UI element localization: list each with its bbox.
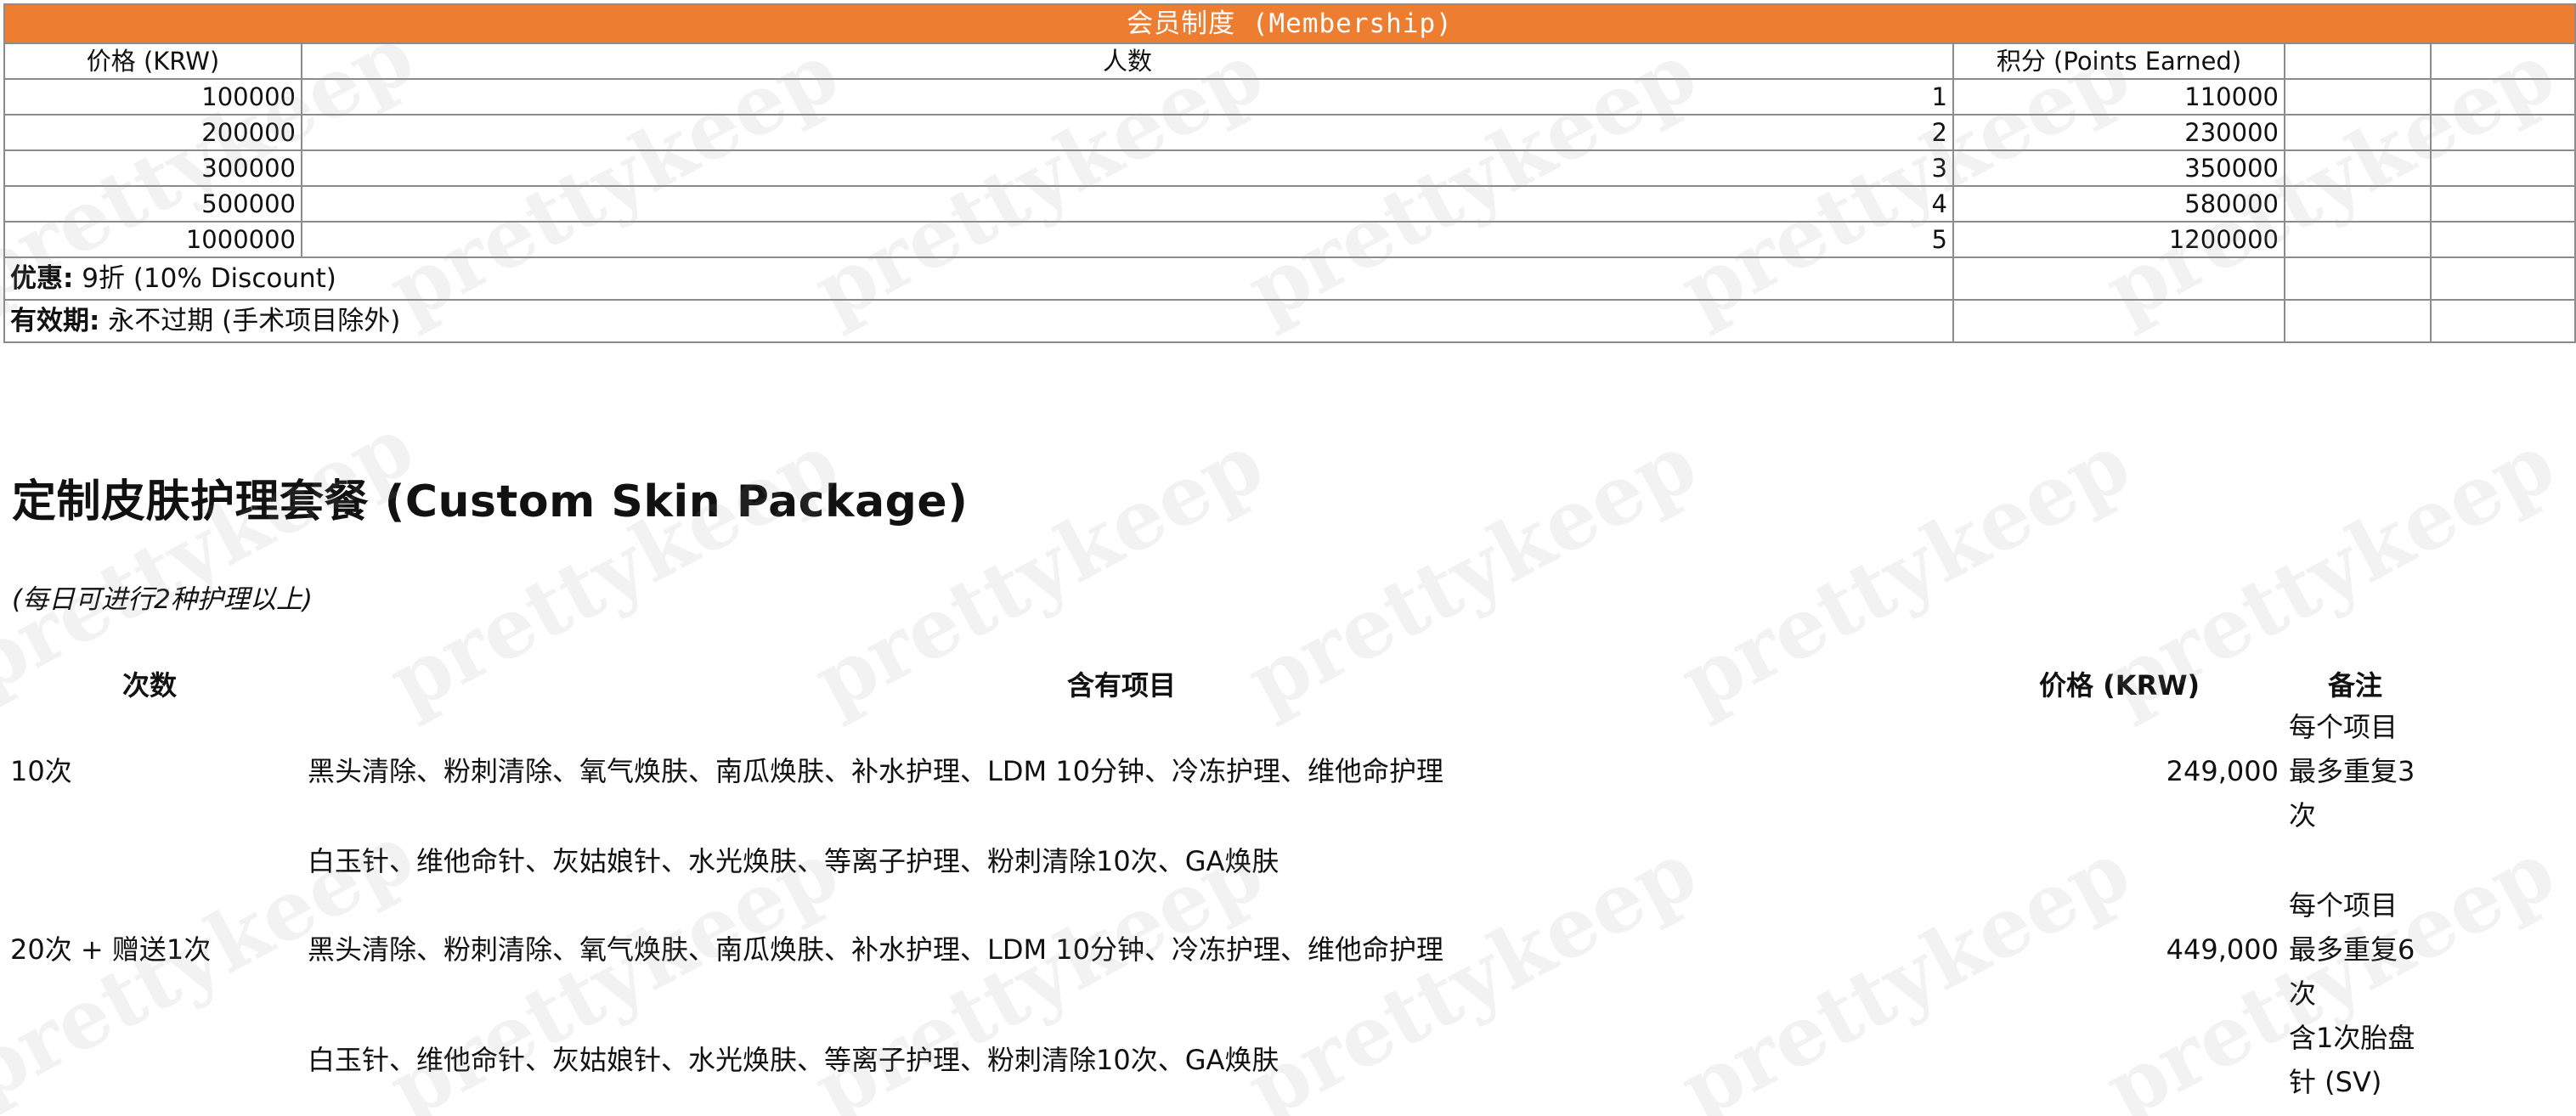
membership-table: 会员制度 (Membership) 价格 (KRW) 人数 积分 (Points… bbox=[3, 3, 2576, 343]
watermark-text: prettykeep bbox=[799, 414, 1279, 730]
empty-cell bbox=[2430, 149, 2576, 187]
count-cell: 2 bbox=[301, 114, 1954, 151]
points-cell: 350000 bbox=[1952, 149, 2285, 187]
header-count: 人数 bbox=[301, 42, 1954, 80]
spreadsheet-view: 会员制度 (Membership) 价格 (KRW) 人数 积分 (Points… bbox=[0, 0, 2576, 1116]
count-cell: 3 bbox=[301, 149, 1954, 187]
points-cell: 1200000 bbox=[1952, 221, 2285, 258]
header-items: 含有项目 bbox=[1067, 669, 1177, 702]
empty-cell bbox=[2284, 78, 2432, 116]
discount-label: 优惠: bbox=[10, 263, 74, 294]
package-remark-line: 最多重复3 bbox=[2289, 755, 2415, 787]
empty-cell bbox=[1952, 299, 2285, 343]
empty-cell bbox=[2430, 221, 2576, 258]
package-remark-line: 每个项目 bbox=[2289, 711, 2398, 743]
table-row: 1000000 5 1200000 bbox=[3, 221, 2576, 258]
price-cell: 1000000 bbox=[3, 221, 302, 258]
table-row: 500000 4 580000 bbox=[3, 185, 2576, 223]
package-remark-line: 含1次胎盘 bbox=[2289, 1022, 2415, 1054]
watermark-text: prettykeep bbox=[0, 397, 429, 713]
package-title: 定制皮肤护理套餐 (Custom Skin Package) bbox=[12, 476, 969, 527]
empty-cell bbox=[2430, 114, 2576, 151]
validity-value: 永不过期 (手术项目除外) bbox=[99, 306, 401, 336]
price-cell: 100000 bbox=[3, 78, 302, 116]
header-points: 积分 (Points Earned) bbox=[1952, 42, 2285, 80]
price-cell: 200000 bbox=[3, 114, 302, 151]
package-items-line1: 黑头清除、粉刺清除、氧气焕肤、南瓜焕肤、补水护理、LDM 10分钟、冷冻护理、维… bbox=[308, 755, 1443, 787]
count-cell: 4 bbox=[301, 185, 1954, 223]
empty-cell bbox=[2430, 185, 2576, 223]
empty-cell bbox=[2430, 78, 2576, 116]
discount-value: 9折 (10% Discount) bbox=[73, 263, 336, 294]
price-cell: 500000 bbox=[3, 185, 302, 223]
package-remark-line: 针 (SV) bbox=[2289, 1066, 2382, 1098]
empty-cell bbox=[2284, 114, 2432, 151]
package-remark-line: 最多重复6 bbox=[2289, 933, 2415, 966]
empty-cell bbox=[2430, 42, 2576, 80]
points-cell: 110000 bbox=[1952, 78, 2285, 116]
points-cell: 230000 bbox=[1952, 114, 2285, 151]
package-times-10: 10次 bbox=[10, 755, 72, 787]
empty-cell bbox=[2284, 42, 2432, 80]
package-times-20: 20次 + 赠送1次 bbox=[10, 933, 212, 966]
table-row: 300000 3 350000 bbox=[3, 149, 2576, 187]
empty-cell bbox=[2284, 256, 2432, 301]
count-cell: 1 bbox=[301, 78, 1954, 116]
table-row: 200000 2 230000 bbox=[3, 114, 2576, 151]
package-items-line2: 白玉针、维他命针、灰姑娘针、水光焕肤、等离子护理、粉刺清除10次、GA焕肤 bbox=[308, 1044, 1280, 1076]
empty-cell bbox=[2430, 299, 2576, 343]
package-remark-line: 次 bbox=[2289, 978, 2317, 1010]
package-remark-line: 次 bbox=[2289, 799, 2317, 831]
package-price-10: 249,000 bbox=[2166, 755, 2279, 787]
header-price: 价格 (KRW) bbox=[3, 42, 302, 80]
header-remark: 备注 bbox=[2328, 669, 2383, 702]
empty-cell bbox=[2284, 221, 2432, 258]
discount-row: 优惠: 9折 (10% Discount) bbox=[3, 256, 2576, 301]
package-remark-line: 每个项目 bbox=[2289, 889, 2398, 922]
validity-row: 有效期: 永不过期 (手术项目除外) bbox=[3, 299, 2576, 343]
validity-note: 有效期: 永不过期 (手术项目除外) bbox=[3, 299, 1954, 343]
empty-cell bbox=[2284, 299, 2432, 343]
package-price-20: 449,000 bbox=[2166, 933, 2279, 966]
validity-label: 有效期: bbox=[10, 306, 100, 336]
watermark-text: prettykeep bbox=[374, 414, 854, 730]
watermark-text: prettykeep bbox=[1232, 414, 1712, 730]
membership-banner: 会员制度 (Membership) bbox=[3, 3, 2576, 44]
count-cell: 5 bbox=[301, 221, 1954, 258]
empty-cell bbox=[2284, 149, 2432, 187]
package-subtitle: (每日可进行2种护理以上) bbox=[12, 584, 313, 615]
empty-cell bbox=[1952, 256, 2285, 301]
empty-cell bbox=[2284, 185, 2432, 223]
empty-cell bbox=[2430, 256, 2576, 301]
discount-note: 优惠: 9折 (10% Discount) bbox=[3, 256, 1954, 301]
header-times: 次数 bbox=[122, 669, 178, 702]
price-cell: 300000 bbox=[3, 149, 302, 187]
package-items-line1: 黑头清除、粉刺清除、氧气焕肤、南瓜焕肤、补水护理、LDM 10分钟、冷冻护理、维… bbox=[308, 933, 1443, 966]
header-package-price: 价格 (KRW) bbox=[2039, 669, 2200, 702]
table-row: 100000 1 110000 bbox=[3, 78, 2576, 116]
membership-header-row: 价格 (KRW) 人数 积分 (Points Earned) bbox=[3, 42, 2576, 80]
package-items-line2: 白玉针、维他命针、灰姑娘针、水光焕肤、等离子护理、粉刺清除10次、GA焕肤 bbox=[308, 845, 1280, 877]
points-cell: 580000 bbox=[1952, 185, 2285, 223]
